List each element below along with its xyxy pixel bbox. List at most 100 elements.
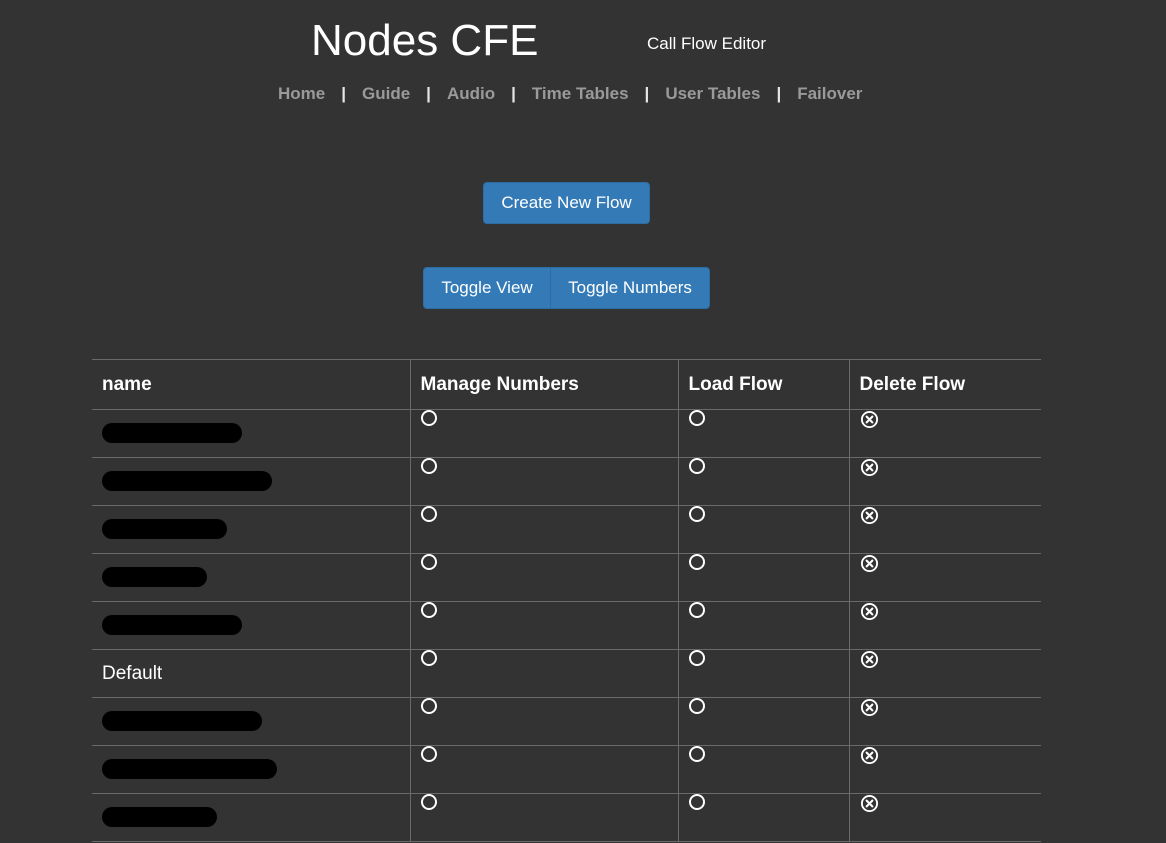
- manage-numbers-radio-icon[interactable]: [420, 458, 437, 474]
- load-flow-radio-icon[interactable]: [688, 410, 705, 426]
- manage-numbers-cell: [409, 649, 679, 698]
- load-flow-cell: [677, 457, 850, 506]
- flow-name-cell: Default: [92, 649, 411, 698]
- flow-name-cell: [92, 505, 411, 554]
- nav-separator: |: [426, 84, 431, 103]
- delete-circle-x-icon[interactable]: [860, 554, 879, 573]
- delete-circle-x-icon[interactable]: [860, 698, 879, 717]
- delete-flow-cell: [848, 553, 1041, 602]
- load-flow-radio-icon[interactable]: [688, 602, 705, 618]
- delete-flow-cell: [848, 409, 1041, 458]
- delete-circle-x-icon[interactable]: [860, 602, 879, 621]
- table-row: [92, 745, 1041, 794]
- table-row: [92, 553, 1041, 602]
- column-header-delete-flow: Delete Flow: [848, 359, 1041, 410]
- delete-flow-cell: [848, 697, 1041, 746]
- column-header-name: name: [92, 359, 411, 410]
- load-flow-radio-icon[interactable]: [688, 458, 705, 474]
- load-flow-radio-icon[interactable]: [688, 650, 705, 666]
- app-title: Nodes CFE: [311, 16, 539, 65]
- header: Nodes CFE Call Flow Editor Home | Guide …: [0, 0, 1166, 130]
- delete-flow-cell: [848, 457, 1041, 506]
- manage-numbers-cell: [409, 457, 679, 506]
- manage-numbers-cell: [409, 697, 679, 746]
- manage-numbers-cell: [409, 793, 679, 842]
- load-flow-radio-icon[interactable]: [688, 554, 705, 570]
- column-header-manage-numbers: Manage Numbers: [409, 359, 679, 410]
- redacted-name: [102, 423, 242, 444]
- load-flow-radio-icon[interactable]: [688, 794, 705, 810]
- create-new-flow-button[interactable]: Create New Flow: [483, 182, 650, 224]
- flow-name: Default: [102, 662, 163, 684]
- redacted-name: [102, 711, 262, 732]
- delete-flow-cell: [848, 505, 1041, 554]
- delete-flow-cell: [848, 649, 1041, 698]
- redacted-name: [102, 615, 242, 636]
- flow-name-cell: [92, 553, 411, 602]
- load-flow-cell: [677, 745, 850, 794]
- load-flow-cell: [677, 601, 850, 650]
- table-row: [92, 793, 1041, 842]
- table-row: Default: [92, 649, 1041, 698]
- nav-separator: |: [341, 84, 346, 103]
- manage-numbers-radio-icon[interactable]: [420, 794, 437, 810]
- table-body: Default: [92, 409, 1041, 842]
- redacted-name: [102, 807, 217, 828]
- flow-name-cell: [92, 457, 411, 506]
- manage-numbers-cell: [409, 409, 679, 458]
- manage-numbers-radio-icon[interactable]: [420, 554, 437, 570]
- delete-circle-x-icon[interactable]: [860, 458, 879, 477]
- load-flow-cell: [677, 505, 850, 554]
- nav-link-failover[interactable]: Failover: [797, 84, 862, 104]
- load-flow-radio-icon[interactable]: [688, 746, 705, 762]
- manage-numbers-radio-icon[interactable]: [420, 506, 437, 522]
- load-flow-cell: [677, 793, 850, 842]
- load-flow-cell: [677, 553, 850, 602]
- redacted-name: [102, 519, 227, 540]
- delete-circle-x-icon[interactable]: [860, 746, 879, 765]
- load-flow-radio-icon[interactable]: [688, 506, 705, 522]
- flow-name-cell: [92, 601, 411, 650]
- manage-numbers-radio-icon[interactable]: [420, 410, 437, 426]
- manage-numbers-radio-icon[interactable]: [420, 746, 437, 762]
- table-row: [92, 457, 1041, 506]
- nav-link-audio[interactable]: Audio: [447, 84, 495, 104]
- manage-numbers-cell: [409, 745, 679, 794]
- nav-link-user-tables[interactable]: User Tables: [665, 84, 760, 104]
- column-header-load-flow: Load Flow: [677, 359, 850, 410]
- nav-link-time-tables[interactable]: Time Tables: [532, 84, 629, 104]
- toggle-view-button[interactable]: Toggle View: [423, 267, 551, 309]
- nav-link-guide[interactable]: Guide: [362, 84, 410, 104]
- nav-link-home[interactable]: Home: [278, 84, 325, 104]
- delete-flow-cell: [848, 793, 1041, 842]
- load-flow-radio-icon[interactable]: [688, 698, 705, 714]
- delete-circle-x-icon[interactable]: [860, 410, 879, 429]
- delete-circle-x-icon[interactable]: [860, 794, 879, 813]
- manage-numbers-radio-icon[interactable]: [420, 650, 437, 666]
- table-row: [92, 505, 1041, 554]
- delete-flow-cell: [848, 601, 1041, 650]
- manage-numbers-radio-icon[interactable]: [420, 602, 437, 618]
- flows-table: name Manage Numbers Load Flow Delete Flo…: [92, 359, 1041, 842]
- manage-numbers-cell: [409, 505, 679, 554]
- manage-numbers-cell: [409, 601, 679, 650]
- redacted-name: [102, 471, 272, 492]
- app-subtitle: Call Flow Editor: [647, 34, 767, 53]
- delete-circle-x-icon[interactable]: [860, 650, 879, 669]
- manage-numbers-cell: [409, 553, 679, 602]
- redacted-name: [102, 567, 207, 588]
- table-row: [92, 409, 1041, 458]
- nav-separator: |: [776, 84, 782, 103]
- flow-name-cell: [92, 409, 411, 458]
- redacted-name: [102, 759, 277, 780]
- toggle-numbers-button[interactable]: Toggle Numbers: [550, 267, 710, 309]
- table-header-row: name Manage Numbers Load Flow Delete Flo…: [92, 359, 1041, 410]
- manage-numbers-radio-icon[interactable]: [420, 698, 437, 714]
- delete-circle-x-icon[interactable]: [860, 506, 879, 525]
- flow-name-cell: [92, 793, 411, 842]
- nav-separator: |: [511, 84, 516, 103]
- flow-name-cell: [92, 697, 411, 746]
- table-row: [92, 601, 1041, 650]
- nav-separator: |: [644, 84, 650, 103]
- main-nav: Home | Guide | Audio | Time Tables | Use…: [278, 83, 862, 105]
